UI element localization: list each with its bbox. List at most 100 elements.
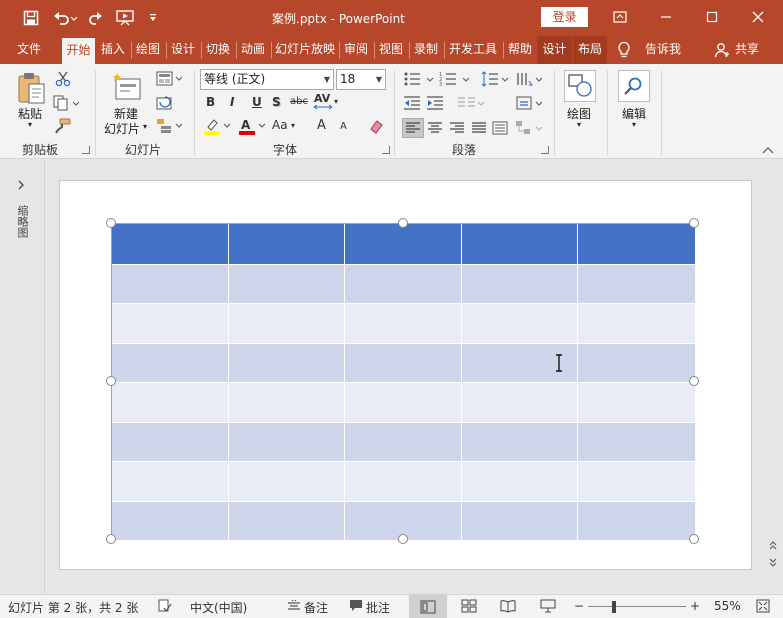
tab-design[interactable]: 设计: [168, 36, 198, 64]
columns-icon[interactable]: [456, 94, 486, 112]
table-header-row[interactable]: [112, 224, 695, 264]
table-cell[interactable]: [112, 383, 229, 422]
highlight-color-icon[interactable]: [202, 116, 232, 136]
table-cell[interactable]: [345, 343, 462, 382]
table-row[interactable]: [112, 303, 695, 343]
clear-formatting-icon[interactable]: [367, 117, 385, 135]
resize-handle[interactable]: [398, 534, 408, 544]
shapes-icon[interactable]: [564, 70, 596, 102]
justify-icon[interactable]: [469, 119, 489, 137]
tab-developer[interactable]: 开发工具: [446, 36, 500, 64]
resize-handle[interactable]: [106, 376, 116, 386]
table-row[interactable]: [112, 342, 695, 382]
comments-button[interactable]: 批注: [366, 599, 390, 616]
table-cell[interactable]: [229, 422, 346, 461]
text-direction-icon[interactable]: [514, 70, 544, 88]
resize-handle[interactable]: [106, 218, 116, 228]
table-cell[interactable]: [462, 264, 579, 303]
layout-icon[interactable]: [155, 70, 183, 88]
font-size-select[interactable]: 18 ▼: [336, 69, 386, 90]
format-painter-icon[interactable]: [53, 117, 73, 135]
next-slide-icon[interactable]: [767, 556, 779, 568]
share-button[interactable]: 共享: [731, 36, 763, 64]
line-spacing-icon[interactable]: [480, 70, 510, 88]
chevron-right-icon[interactable]: [13, 177, 29, 193]
tab-home[interactable]: 开始: [62, 38, 95, 64]
table-row[interactable]: [112, 382, 695, 422]
tab-review[interactable]: 审阅: [341, 36, 371, 64]
notes-button[interactable]: 备注: [304, 599, 328, 616]
table-row[interactable]: [112, 461, 695, 501]
tab-table-layout[interactable]: 布局: [573, 36, 607, 64]
table-cell[interactable]: [229, 462, 346, 501]
redo-icon[interactable]: [85, 7, 107, 29]
table-cell[interactable]: [462, 501, 579, 540]
reading-view-icon[interactable]: [499, 598, 517, 614]
login-button[interactable]: 登录: [541, 7, 588, 27]
table-cell[interactable]: [345, 422, 462, 461]
chevron-down-icon[interactable]: ▾: [334, 97, 338, 106]
resize-handle[interactable]: [689, 534, 699, 544]
font-color-icon[interactable]: A: [237, 116, 267, 136]
resize-handle[interactable]: [689, 218, 699, 228]
table-row[interactable]: [112, 421, 695, 462]
table-cell[interactable]: [345, 304, 462, 343]
table-cell[interactable]: [462, 224, 579, 264]
align-left-icon[interactable]: [402, 118, 424, 138]
grow-font-button[interactable]: A: [317, 118, 326, 133]
new-slide-dropdown-icon[interactable]: ▾: [143, 122, 147, 131]
undo-icon[interactable]: [50, 7, 80, 29]
table-cell[interactable]: [578, 383, 695, 422]
table-cell[interactable]: [462, 304, 579, 343]
editing-dropdown-icon[interactable]: ▾: [632, 120, 636, 129]
table-row[interactable]: [112, 263, 695, 304]
table-cell[interactable]: [229, 343, 346, 382]
fit-to-window-icon[interactable]: [754, 598, 772, 614]
table-cell[interactable]: [578, 462, 695, 501]
ribbon-display-options-icon[interactable]: [609, 6, 631, 28]
slide-counter[interactable]: 幻灯片 第 2 张，共 2 张: [8, 599, 138, 616]
resize-handle[interactable]: [689, 376, 699, 386]
increase-indent-icon[interactable]: [425, 94, 445, 112]
chevron-down-icon[interactable]: ▾: [291, 121, 295, 130]
smartart-icon[interactable]: [514, 119, 544, 137]
bold-button[interactable]: B: [206, 95, 215, 109]
customize-qat-icon[interactable]: [144, 7, 162, 29]
italic-button[interactable]: I: [230, 95, 234, 109]
table-cell[interactable]: [229, 501, 346, 540]
lightbulb-icon[interactable]: [614, 40, 634, 60]
spelling-check-icon[interactable]: [156, 598, 174, 614]
reset-slide-icon[interactable]: [155, 94, 175, 112]
underline-button[interactable]: U: [252, 95, 262, 109]
paragraph-launcher-icon[interactable]: [541, 146, 549, 154]
table-cell[interactable]: [578, 265, 695, 304]
slide-table[interactable]: [111, 223, 695, 540]
zoom-slider[interactable]: [588, 606, 686, 607]
table-cell[interactable]: [345, 224, 462, 264]
table-cell[interactable]: [112, 224, 229, 264]
table-cell[interactable]: [462, 462, 579, 501]
maximize-icon[interactable]: [701, 6, 723, 28]
tab-animations[interactable]: 动画: [238, 36, 268, 64]
cut-icon[interactable]: [54, 70, 72, 88]
font-name-select[interactable]: 等线 (正文) ▼: [200, 69, 334, 90]
table-cell[interactable]: [112, 501, 229, 540]
table-cell[interactable]: [578, 423, 695, 462]
table-cell[interactable]: [112, 422, 229, 461]
align-right-icon[interactable]: [447, 119, 467, 137]
clipboard-launcher-icon[interactable]: [82, 146, 90, 154]
table-cell[interactable]: [229, 264, 346, 303]
new-slide-label-line2[interactable]: 幻灯片: [104, 120, 140, 137]
share-user-icon[interactable]: [713, 41, 731, 59]
zoom-out-button[interactable]: −: [574, 599, 584, 613]
shrink-font-button[interactable]: A: [340, 121, 347, 132]
minimize-icon[interactable]: [655, 6, 677, 28]
section-icon[interactable]: [155, 117, 183, 135]
zoom-level[interactable]: 55%: [714, 599, 741, 613]
language-indicator[interactable]: 中文(中国): [190, 599, 247, 616]
tab-transitions[interactable]: 切换: [203, 36, 233, 64]
tab-record[interactable]: 录制: [411, 36, 441, 64]
tab-help[interactable]: 帮助: [505, 36, 535, 64]
decrease-indent-icon[interactable]: [402, 94, 422, 112]
paste-dropdown-icon[interactable]: ▾: [28, 120, 32, 129]
